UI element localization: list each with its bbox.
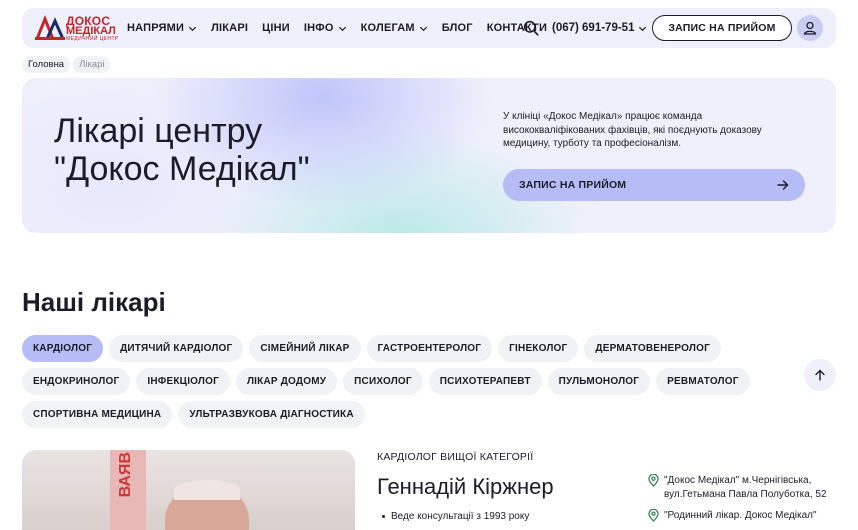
hero-description: У клініці «Докос Медікал» працює команда… xyxy=(503,111,762,149)
filter-chip-rheumatologist[interactable]: РЕВМАТОЛОГ xyxy=(656,368,750,395)
doctor-name[interactable]: Геннадій Кіржнер xyxy=(377,474,554,500)
hero-appointment-button[interactable]: ЗАПИС НА ПРИЙОМ xyxy=(503,169,805,201)
header-appointment-button[interactable]: ЗАПИС НА ПРИЙОМ xyxy=(652,15,792,41)
nav-item-label: ЦІНИ xyxy=(262,22,290,34)
search-icon[interactable] xyxy=(523,20,539,36)
filter-chip-sports-medicine[interactable]: СПОРТИВНА МЕДИЦИНА xyxy=(22,401,173,428)
nav-item-label: БЛОГ xyxy=(441,22,473,34)
filter-chip-pediatric-cardiologist[interactable]: ДИТЯЧИЙ КАРДІОЛОГ xyxy=(109,335,244,362)
doctor-fact: Веде консультації з 1993 року xyxy=(382,511,529,522)
arrow-right-icon xyxy=(777,180,789,190)
scroll-to-top-button[interactable] xyxy=(804,359,836,391)
logo-mark-icon xyxy=(35,15,65,40)
user-icon xyxy=(803,21,817,35)
breadcrumb-current: Лікарі xyxy=(73,56,111,73)
hero-cta-label: ЗАПИС НА ПРИЙОМ xyxy=(519,179,627,191)
chevron-down-icon xyxy=(639,26,647,31)
location-pin-icon xyxy=(648,509,659,522)
filter-chip-home-doctor[interactable]: ЛІКАР ДОДОМУ xyxy=(235,368,338,395)
logo-text: ДОКОС МЕДІКАЛ МЕДИЧНИЙ ЦЕНТР xyxy=(66,15,119,42)
section-title: Наші лікарі xyxy=(22,287,166,317)
nav-item-blog[interactable]: БЛОГ xyxy=(442,22,473,34)
nav-item-info[interactable]: ІНФО xyxy=(304,22,347,34)
nav-item-label: КОЛЕГАМ xyxy=(360,22,415,34)
phone-selector[interactable]: (067) 691-79-51 xyxy=(552,8,647,48)
phone-number: (067) 691-79-51 xyxy=(552,22,635,34)
breadcrumb-home[interactable]: Головна xyxy=(22,56,71,73)
nav-item-label: ЛІКАРІ xyxy=(211,22,249,34)
doctor-photo[interactable]: ВАЯВ xyxy=(22,450,355,530)
filter-chip-family-doctor[interactable]: СІМЕЙНИЙ ЛІКАР xyxy=(249,335,361,362)
logo-line3: МЕДИЧНИЙ ЦЕНТР xyxy=(66,36,119,42)
filter-chip-gastroenterologist[interactable]: ГАСТРОЕНТЕРОЛОГ xyxy=(366,335,493,362)
nav-item-napryamy[interactable]: НАПРЯМИ xyxy=(127,22,197,34)
chevron-down-icon xyxy=(419,26,427,31)
doctor-fact-text: Веде консультації з 1993 року xyxy=(391,511,530,522)
doctor-location: "Докос Медікал" м.Чернігівська, вул.Геть… xyxy=(648,474,838,501)
doctor-portrait-hair xyxy=(174,480,240,500)
photo-sign-text: ВАЯВ xyxy=(117,452,134,498)
chevron-down-icon xyxy=(189,26,197,31)
filter-chip-ultrasound[interactable]: УЛЬТРАЗВУКОВА ДІАГНОСТИКА xyxy=(178,401,365,428)
main-nav: НАПРЯМИ ЛІКАРІ ЦІНИ ІНФО КОЛЕГАМ БЛОГ КО… xyxy=(127,8,561,48)
filter-chip-psychotherapist[interactable]: ПСИХОТЕРАПЕВТ xyxy=(428,368,542,395)
bullet-icon xyxy=(382,515,385,518)
page-title: Лікарі центру "Докос Медікал" xyxy=(54,112,310,188)
filter-chip-pulmonologist[interactable]: ПУЛЬМОНОЛОГ xyxy=(547,368,651,395)
arrow-up-icon xyxy=(815,369,825,381)
doctor-location: "Родинний лікар. Докос Медікал" xyxy=(648,509,838,523)
nav-item-likari[interactable]: ЛІКАРІ xyxy=(211,22,248,34)
nav-item-label: НАПРЯМИ xyxy=(127,22,185,34)
doctor-location-text: "Докос Медікал" м.Чернігівська, вул.Геть… xyxy=(664,475,827,500)
nav-item-kolegam[interactable]: КОЛЕГАМ xyxy=(361,22,428,34)
specialty-filters: КАРДІОЛОГ ДИТЯЧИЙ КАРДІОЛОГ СІМЕЙНИЙ ЛІК… xyxy=(22,335,792,434)
logo[interactable]: ДОКОС МЕДІКАЛ МЕДИЧНИЙ ЦЕНТР xyxy=(35,15,119,42)
hero-banner: Лікарі центру "Докос Медікал" У клініці … xyxy=(22,78,836,233)
filter-chip-gynecologist[interactable]: ГІНЕКОЛОГ xyxy=(498,335,579,362)
account-button[interactable] xyxy=(797,15,823,41)
doctor-category: КАРДІОЛОГ ВИЩОЇ КАТЕГОРІЇ xyxy=(377,451,534,463)
filter-chip-cardiologist[interactable]: КАРДІОЛОГ xyxy=(22,335,104,362)
nav-item-label: ІНФО xyxy=(303,22,334,34)
breadcrumb: Головна Лікарі xyxy=(22,56,113,73)
location-pin-icon xyxy=(648,474,659,487)
site-header: ДОКОС МЕДІКАЛ МЕДИЧНИЙ ЦЕНТР НАПРЯМИ ЛІК… xyxy=(22,8,836,48)
filter-chip-endocrinologist[interactable]: ЕНДОКРИНОЛОГ xyxy=(22,368,131,395)
doctor-location-text: "Родинний лікар. Докос Медікал" xyxy=(664,510,817,521)
nav-item-tsiny[interactable]: ЦІНИ xyxy=(262,22,290,34)
filter-chip-dermatovenerologist[interactable]: ДЕРМАТОВЕНЕРОЛОГ xyxy=(584,335,721,362)
chevron-down-icon xyxy=(338,26,346,31)
filter-chip-infectiologist[interactable]: ІНФЕКЦІОЛОГ xyxy=(136,368,230,395)
filter-chip-psychologist[interactable]: ПСИХОЛОГ xyxy=(343,368,423,395)
